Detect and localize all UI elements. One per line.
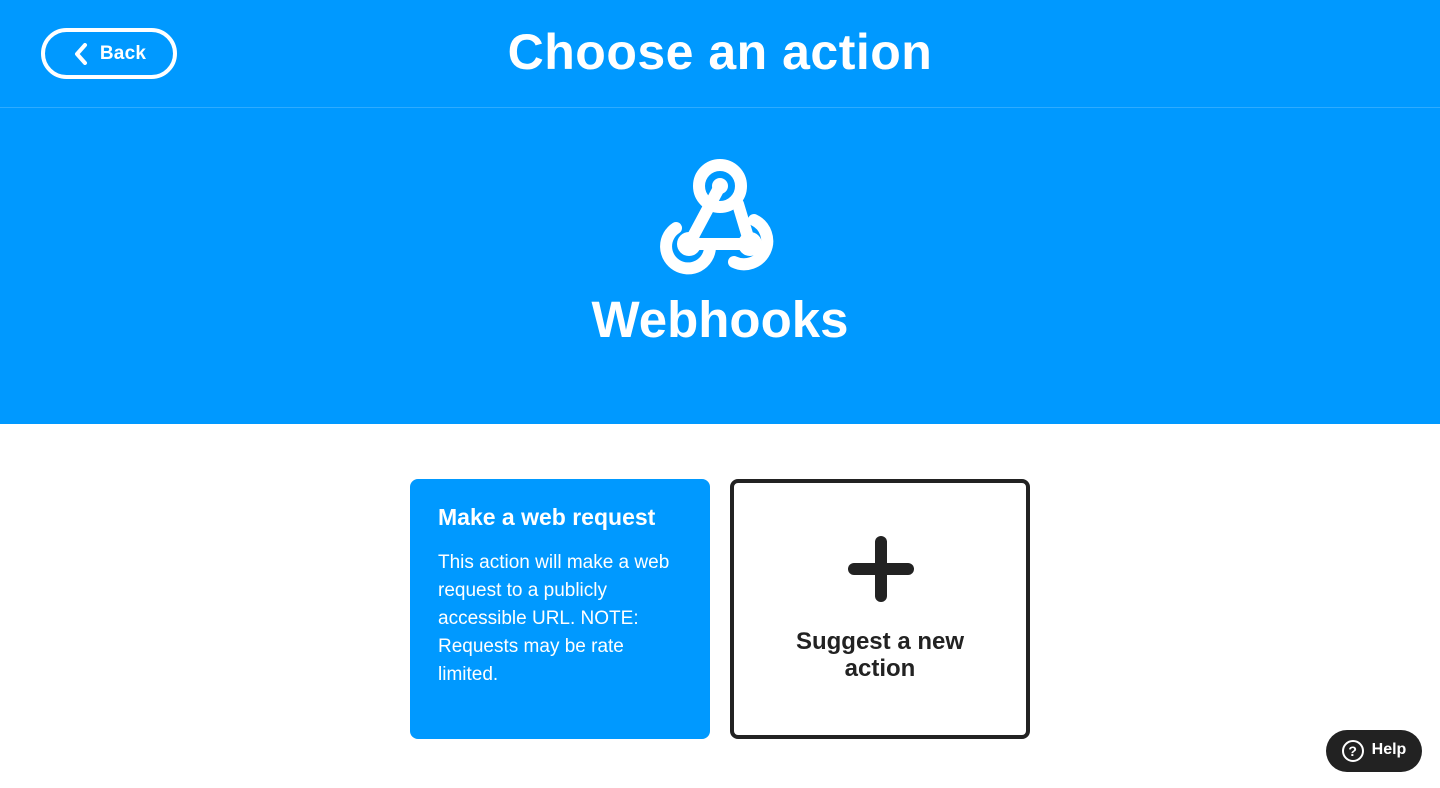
page-title: Choose an action bbox=[507, 24, 933, 80]
question-circle-icon: ? bbox=[1341, 740, 1364, 762]
help-button-label: Help bbox=[1371, 741, 1407, 758]
webhooks-logo-icon bbox=[656, 158, 784, 276]
action-card-description: This action will make a web request to a… bbox=[438, 552, 670, 685]
service-name: Webhooks bbox=[591, 291, 849, 348]
action-card-title: Make a web request bbox=[438, 504, 656, 530]
suggest-new-action-card[interactable]: Suggest a new action bbox=[730, 479, 1030, 739]
header: Back Choose an action bbox=[0, 0, 1440, 108]
plus-icon bbox=[848, 536, 914, 602]
action-card-make-web-request[interactable]: Make a web request This action will make… bbox=[410, 479, 710, 739]
help-button[interactable]: ? Help bbox=[1326, 730, 1422, 772]
service-hero: Webhooks bbox=[0, 108, 1440, 424]
suggest-action-label: Suggest a new action bbox=[795, 628, 965, 682]
